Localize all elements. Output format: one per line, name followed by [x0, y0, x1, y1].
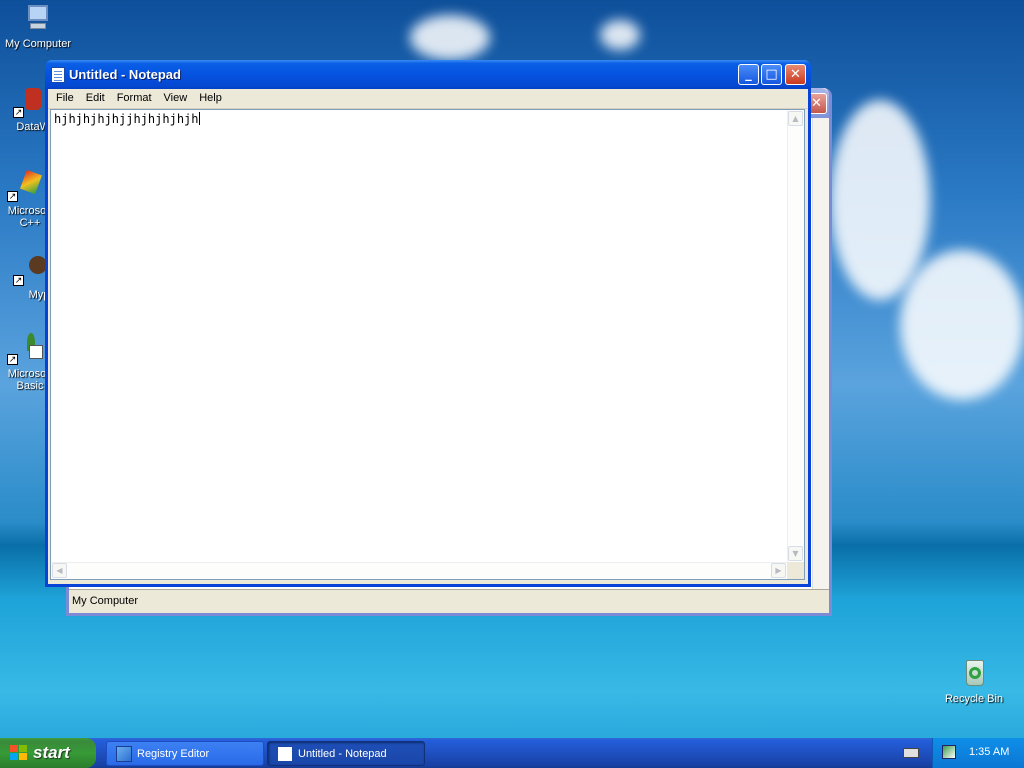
vertical-scrollbar[interactable]: ▲ ▼: [787, 110, 804, 562]
desktop-icon-label: Recycle Bin: [944, 693, 1004, 705]
scroll-right-arrow-icon[interactable]: ▶: [771, 563, 786, 578]
vertical-scrollbar[interactable]: [812, 118, 829, 589]
taskbar-item-notepad[interactable]: Untitled - Notepad: [267, 741, 425, 766]
shortcut-arrow-icon: ↗: [13, 275, 24, 286]
taskbar: start Registry Editor Untitled - Notepad…: [0, 738, 1024, 768]
visual-basic-icon: ↗: [7, 333, 43, 365]
cloud-decoration: [830, 100, 930, 300]
menu-file[interactable]: File: [50, 89, 80, 108]
notepad-window[interactable]: Untitled - Notepad _ □ ✕ File Edit Forma…: [45, 60, 811, 587]
text-caret: [198, 112, 200, 125]
desktop-icon-my-computer[interactable]: My Computer: [1, 3, 75, 50]
editor-text-line: hjhjhjhjhjjhjhjhjhjh: [54, 112, 200, 126]
visual-cpp-icon: ↗: [7, 169, 42, 202]
horizontal-scrollbar[interactable]: ◀ ▶: [51, 562, 787, 579]
cloud-decoration: [410, 15, 490, 60]
status-text: My Computer: [72, 595, 139, 607]
editor-content: hjhjhjhjhjjhjhjhjhjh: [54, 112, 199, 126]
windows-logo-icon: [10, 745, 28, 761]
text-editor[interactable]: hjhjhjhjhjjhjhjhjhjh ▲ ▼ ◀ ▶: [50, 109, 805, 580]
task-label: Untitled - Notepad: [298, 748, 387, 760]
datawa-icon: ↗: [13, 86, 45, 118]
taskbar-item-registry-editor[interactable]: Registry Editor: [106, 741, 264, 766]
computer-icon: [22, 3, 54, 35]
cloud-decoration: [900, 250, 1024, 400]
cloud-decoration: [600, 20, 640, 50]
scroll-up-arrow-icon[interactable]: ▲: [788, 111, 803, 126]
start-button[interactable]: start: [0, 738, 96, 768]
clock[interactable]: 1:35 AM: [969, 746, 1009, 758]
myp-icon: ↗: [13, 254, 47, 286]
system-tray: 1:35 AM: [932, 738, 1024, 768]
menu-format[interactable]: Format: [111, 89, 158, 108]
window-title: Untitled - Notepad: [69, 67, 181, 82]
maximize-button[interactable]: □: [761, 64, 782, 85]
resize-grip-icon[interactable]: [787, 562, 804, 579]
scroll-left-arrow-icon[interactable]: ◀: [52, 563, 67, 578]
menu-bar: File Edit Format View Help: [48, 89, 808, 109]
shortcut-arrow-icon: ↗: [13, 107, 24, 118]
shortcut-arrow-icon: ↗: [7, 354, 18, 365]
status-bar: My Computer: [69, 589, 829, 613]
close-button[interactable]: ✕: [785, 64, 806, 85]
shortcut-arrow-icon: ↗: [7, 191, 18, 202]
minimize-button[interactable]: _: [738, 64, 759, 85]
desktop-icon-recycle-bin[interactable]: Recycle Bin: [937, 658, 1011, 705]
registry-editor-icon: [116, 746, 132, 762]
notepad-icon[interactable]: [51, 67, 65, 83]
menu-help[interactable]: Help: [193, 89, 228, 108]
title-bar[interactable]: Untitled - Notepad _ □ ✕: [45, 60, 811, 89]
keyboard-icon[interactable]: [903, 748, 919, 758]
desktop-icon-label: My Computer: [4, 38, 72, 50]
task-label: Registry Editor: [137, 748, 210, 760]
recycle-bin-icon: [958, 658, 990, 690]
network-icon[interactable]: [942, 745, 956, 759]
menu-view[interactable]: View: [158, 89, 194, 108]
menu-edit[interactable]: Edit: [80, 89, 111, 108]
scroll-down-arrow-icon[interactable]: ▼: [788, 546, 803, 561]
notepad-icon: [277, 746, 293, 762]
start-label: start: [33, 743, 70, 762]
